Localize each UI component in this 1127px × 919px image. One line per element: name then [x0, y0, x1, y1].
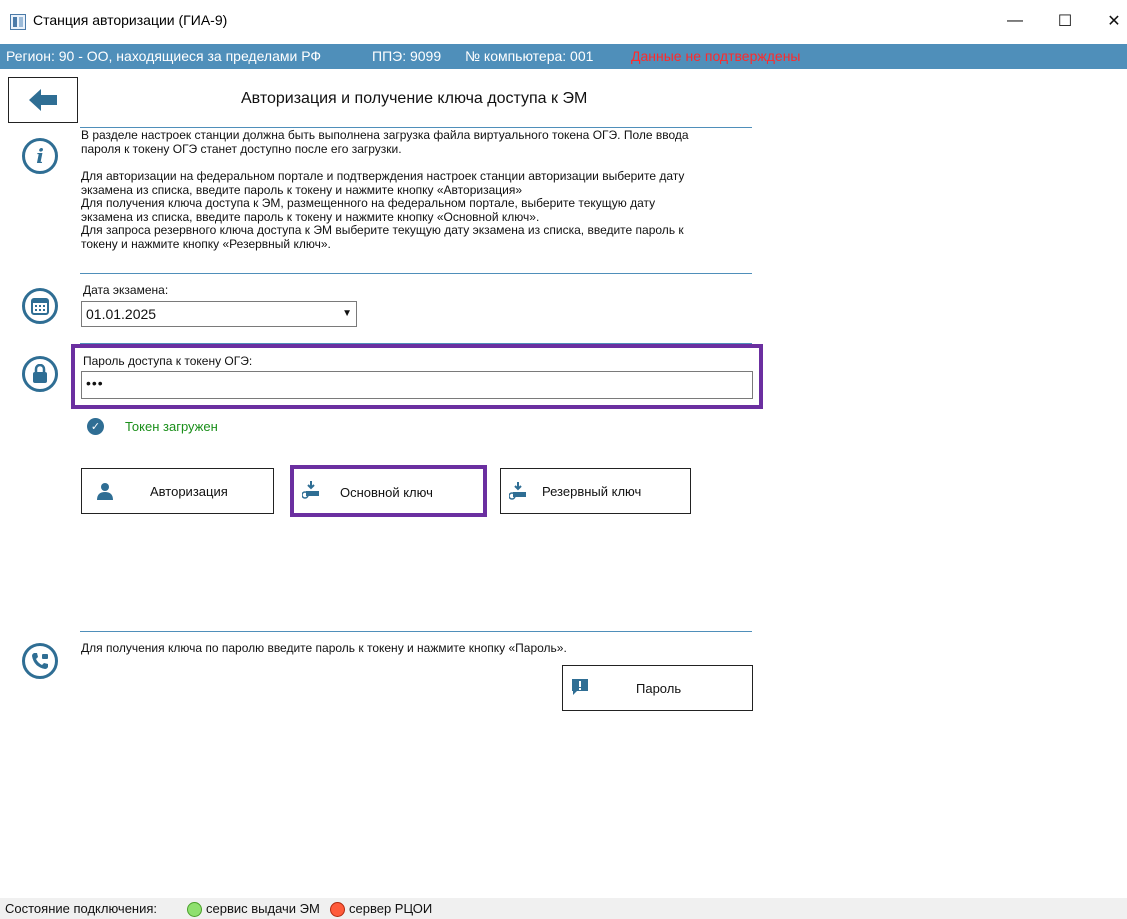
info-line: Для запроса резервного ключа доступа к Э…	[81, 223, 684, 237]
data-status-text: Данные не подтверждены	[631, 48, 801, 64]
ppe-text: ППЭ: 9099	[372, 48, 442, 64]
minimize-button[interactable]: —	[992, 8, 1038, 34]
rcoi-server-status-text: сервер РЦОИ	[349, 901, 433, 916]
password-key-button[interactable]: Пароль	[562, 665, 753, 711]
back-button[interactable]	[8, 77, 78, 123]
key-download-icon	[509, 482, 526, 500]
dropdown-arrow-icon: ▼	[342, 308, 352, 319]
exam-date-select[interactable]: 01.01.2025 ▼	[81, 301, 357, 327]
user-icon	[97, 483, 113, 500]
close-button[interactable]: ✕	[1091, 8, 1127, 34]
computer-number-text: № компьютера: 001	[465, 48, 594, 64]
lock-glyph-icon	[33, 364, 47, 383]
maximize-button[interactable]: ☐	[1042, 8, 1088, 34]
check-circle-icon: ✓	[87, 418, 104, 435]
info-bar: Регион: 90 - ОО, находящиеся за пределам…	[0, 44, 1127, 69]
section-divider	[80, 273, 752, 274]
password-label: Пароль доступа к токену ОГЭ:	[83, 354, 253, 368]
password-field[interactable]: •••	[81, 371, 753, 399]
calendar-glyph-icon	[31, 298, 49, 315]
reserve-key-button[interactable]: Резервный ключ	[500, 468, 691, 514]
info-line: экзамена из списка, введите пароль к ток…	[81, 209, 540, 224]
info-line: пароля к токену ОГЭ станет доступно посл…	[81, 141, 402, 156]
password-value: •••	[86, 375, 104, 391]
connection-status-label: Состояние подключения:	[5, 901, 158, 916]
info-line: Для получения ключа доступа к ЭМ, размещ…	[81, 196, 656, 210]
info-line-spacer	[81, 156, 689, 170]
region-text: Регион: 90 - ОО, находящиеся за пределам…	[6, 48, 322, 64]
calendar-icon	[22, 288, 58, 324]
info-icon: i	[22, 138, 58, 174]
authorization-button[interactable]: Авторизация	[81, 468, 274, 514]
rcoi-server-status-icon	[330, 902, 345, 917]
title-bar: Станция авторизации (ГИА-9) — ☐ ✕	[0, 0, 1127, 42]
authorization-label: Авторизация	[150, 484, 228, 499]
exam-date-value: 01.01.2025	[86, 306, 157, 322]
key-download-icon	[302, 481, 319, 499]
section-divider	[80, 631, 752, 632]
page-title: Авторизация и получение ключа доступа к …	[241, 90, 588, 107]
phone-glyph-icon	[32, 653, 48, 669]
window-title: Станция авторизации (ГИА-9)	[33, 12, 228, 28]
main-key-label: Основной ключ	[340, 485, 433, 500]
exam-date-label: Дата экзамена:	[83, 283, 169, 297]
reserve-key-label: Резервный ключ	[542, 484, 642, 499]
em-service-status-text: сервис выдачи ЭМ	[206, 901, 320, 916]
token-status-text: Токен загружен	[125, 419, 218, 434]
message-alert-icon	[572, 679, 588, 695]
info-line: В разделе настроек станции должна быть в…	[81, 128, 689, 142]
password-key-instruction: Для получения ключа по паролю введите па…	[81, 641, 567, 655]
info-line: Для авторизации на федеральном портале и…	[81, 169, 685, 183]
app-icon	[10, 14, 26, 30]
main-key-button[interactable]: Основной ключ	[290, 465, 487, 517]
info-text-block: В разделе настроек станции должна быть в…	[81, 128, 689, 251]
em-service-status-icon	[187, 902, 202, 917]
password-key-label: Пароль	[636, 681, 682, 696]
info-line: экзамена из списка, введите пароль к ток…	[81, 182, 522, 197]
status-bar: Состояние подключения: сервис выдачи ЭМ …	[0, 898, 1127, 919]
phone-icon	[22, 643, 58, 679]
arrow-left-icon	[29, 89, 57, 111]
info-line: токену и нажмите кнопку «Резервный ключ»…	[81, 236, 331, 251]
lock-icon	[22, 356, 58, 392]
